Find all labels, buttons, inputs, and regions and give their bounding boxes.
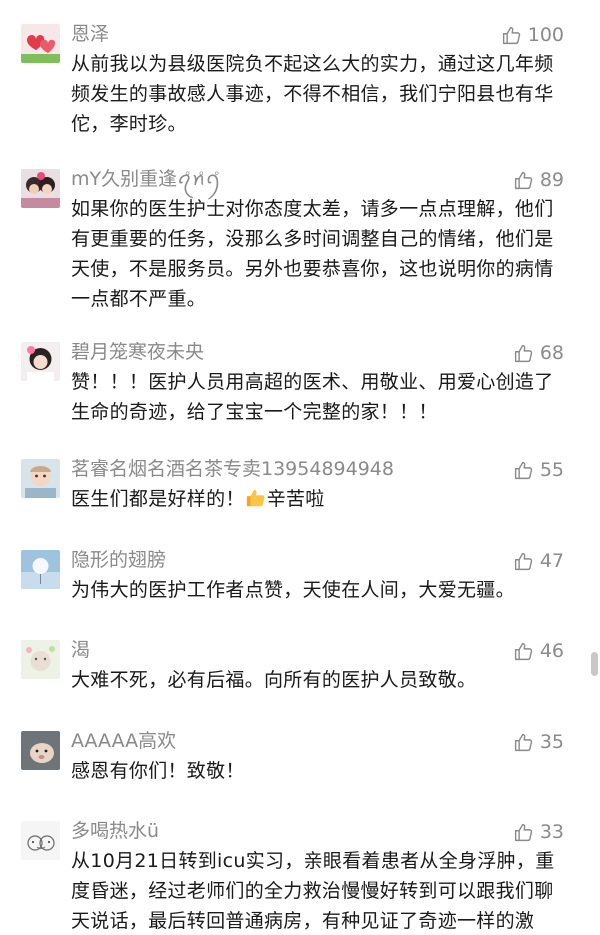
avatar[interactable]	[21, 24, 60, 63]
username[interactable]: 碧月笼寒夜未央	[71, 340, 204, 364]
username[interactable]: 多喝热水ü	[71, 819, 159, 843]
like-count: 33	[539, 821, 564, 843]
thumbs-up-icon	[501, 25, 522, 46]
like-button[interactable]: 35	[513, 730, 564, 754]
like-button[interactable]: 55	[513, 458, 564, 482]
thumbs-up-icon	[513, 170, 534, 191]
comment-text: 医生们都是好样的！ 辛苦啦	[71, 484, 566, 514]
like-count: 46	[539, 640, 564, 662]
username[interactable]: mY久别重逢ꪖ̊ꪀ̊ꪆ̊	[71, 167, 221, 191]
thumbs-up-icon	[513, 641, 534, 662]
like-button[interactable]: 33	[513, 820, 564, 844]
like-count: 35	[539, 731, 564, 753]
thumbs-up-emoji-icon	[245, 487, 267, 509]
like-button[interactable]: 89	[513, 168, 564, 192]
like-button[interactable]: 47	[513, 549, 564, 573]
username[interactable]: AAAAA高欢	[71, 729, 176, 753]
thumbs-up-icon	[513, 343, 534, 364]
like-count: 47	[539, 550, 564, 572]
avatar[interactable]	[21, 342, 60, 381]
thumbs-up-icon	[513, 460, 534, 481]
thumbs-up-icon	[513, 551, 534, 572]
comment-text-part: 医生们都是好样的！	[71, 488, 245, 510]
username[interactable]: 隐形的翅膀	[71, 548, 166, 572]
comment-text: 从10月21日转到icu实习，亲眼看着患者从全身浮肿，重度昏迷，经过老师们的全力…	[71, 850, 555, 932]
username[interactable]: 恩泽	[71, 22, 109, 46]
comment-text: 如果你的医生护士对你态度太差，请多一点点理解，他们有更重要的任务，没那么多时间调…	[71, 198, 554, 310]
avatar[interactable]	[21, 731, 60, 770]
like-button[interactable]: 46	[513, 639, 564, 663]
avatar[interactable]	[21, 169, 60, 208]
like-count: 68	[539, 342, 564, 364]
thumbs-up-icon	[513, 732, 534, 753]
avatar[interactable]	[21, 640, 60, 679]
comment-text-part: 辛苦啦	[266, 488, 325, 510]
like-count: 89	[539, 169, 564, 191]
comment-text: 大难不死，必有后福。向所有的医护人员致敬。	[71, 669, 477, 691]
scrollbar-thumb[interactable]	[591, 652, 598, 676]
comment-text: 赞！！！医护人员用高超的医术、用敬业、用爱心创造了生命的奇迹，给了宝宝一个完整的…	[71, 371, 554, 423]
like-button[interactable]: 68	[513, 341, 564, 365]
thumbs-up-icon	[513, 822, 534, 843]
avatar[interactable]	[21, 459, 60, 498]
like-count: 100	[527, 24, 564, 46]
username[interactable]: 茗睿名烟名酒名茶专卖13954894948	[71, 457, 394, 481]
username[interactable]: 渴	[71, 638, 90, 662]
avatar[interactable]	[21, 821, 60, 860]
comment-text: 感恩有你们！致敬！	[71, 760, 245, 782]
comment-text: 为伟大的医护工作者点赞，天使在人间，大爱无疆。	[71, 579, 515, 601]
comment-text: 从前我以为县级医院负不起这么大的实力，通过这几年频频发生的事故感人事迹，不得不相…	[71, 53, 554, 135]
like-button[interactable]: 100	[501, 23, 564, 47]
avatar[interactable]	[21, 550, 60, 589]
like-count: 55	[539, 459, 564, 481]
comment-list: 恩泽 100 从前我以为县级医院负不起这么大的实力，通过这几年频频发生的事故感人…	[0, 0, 600, 935]
